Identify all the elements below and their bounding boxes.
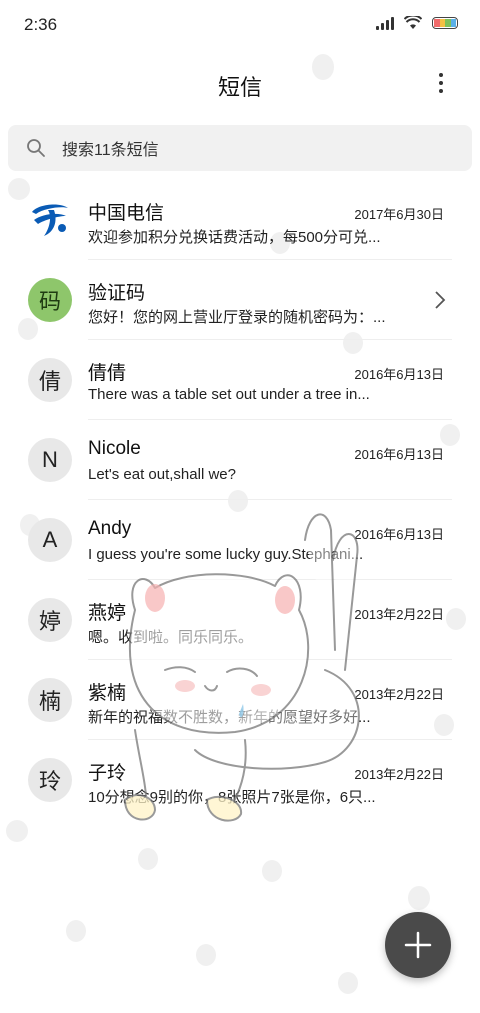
- message-date: 2016年6月13日: [354, 367, 444, 382]
- search-placeholder: 搜索11条短信: [62, 142, 159, 159]
- chevron-right-icon: [435, 291, 446, 309]
- avatar: N: [28, 438, 72, 482]
- more-vertical-icon: [439, 73, 443, 77]
- message-date: 2013年2月22日: [354, 767, 444, 782]
- search-input[interactable]: 搜索11条短信: [8, 125, 472, 171]
- conversation-item-nicole[interactable]: N Nicole 2016年6月13日 Let's eat out,shall …: [0, 420, 480, 500]
- message-date: 2013年2月22日: [354, 687, 444, 702]
- sms-app-screen: 2:36 短信 搜索11条短信 中国电信 2017年6月30日 欢迎参加积分兑换…: [0, 0, 480, 1013]
- wifi-icon: [404, 16, 422, 29]
- message-preview: Let's eat out,shall we?: [88, 466, 236, 483]
- conversation-item-zinan[interactable]: 楠 紫楠 2013年2月22日 新年的祝福数不胜数，新年的愿望好多好...: [0, 660, 480, 740]
- status-time: 2:36: [24, 15, 58, 34]
- status-bar: 2:36: [0, 0, 480, 52]
- message-preview: There was a table set out under a tree i…: [88, 386, 370, 403]
- message-preview: 新年的祝福数不胜数，新年的愿望好多好...: [88, 709, 371, 726]
- sender-name: Andy: [88, 518, 132, 539]
- china-telecom-logo-icon: [28, 198, 72, 242]
- status-icons: [376, 16, 458, 30]
- message-date: 2016年6月13日: [354, 527, 444, 542]
- avatar: 码: [28, 278, 72, 322]
- message-date: 2016年6月13日: [354, 447, 444, 462]
- sender-name: 燕婷: [88, 603, 127, 624]
- conversation-item-andy[interactable]: A Andy 2016年6月13日 I guess you're some lu…: [0, 500, 480, 580]
- new-message-button[interactable]: [385, 912, 451, 978]
- sender-name: 中国电信: [88, 203, 165, 224]
- sender-name: 紫楠: [88, 683, 127, 704]
- sender-name: 子玲: [88, 763, 127, 784]
- avatar: 玲: [28, 758, 72, 802]
- page-title: 短信: [217, 75, 262, 100]
- message-preview: 欢迎参加积分兑换话费活动，每500分可兑...: [88, 229, 381, 246]
- battery-icon: [432, 17, 458, 29]
- message-preview: 10分想念9别的你，8张照片7张是你，6只...: [88, 789, 376, 806]
- avatar: 婷: [28, 598, 72, 642]
- sender-name: 验证码: [88, 283, 146, 304]
- conversation-list: 中国电信 2017年6月30日 欢迎参加积分兑换话费活动，每500分可兑... …: [0, 180, 480, 820]
- conversation-item-qianqian[interactable]: 倩 倩倩 2016年6月13日 There was a table set ou…: [0, 340, 480, 420]
- conversation-item-yanting[interactable]: 婷 燕婷 2013年2月22日 嗯。收到啦。同乐同乐。: [0, 580, 480, 660]
- avatar: A: [28, 518, 72, 562]
- app-header: 短信: [0, 52, 480, 116]
- avatar: 楠: [28, 678, 72, 722]
- message-preview: I guess you're some lucky guy.Stephani..…: [88, 546, 364, 563]
- plus-icon: [404, 931, 432, 959]
- sender-name: Nicole: [88, 438, 141, 459]
- message-date: 2013年2月22日: [354, 607, 444, 622]
- search-icon: [27, 139, 45, 157]
- sender-name: 倩倩: [88, 363, 127, 384]
- message-preview: 您好！您的网上营业厅登录的随机密码为：...: [88, 309, 386, 326]
- conversation-item-china-telecom[interactable]: 中国电信 2017年6月30日 欢迎参加积分兑换话费活动，每500分可兑...: [0, 180, 480, 260]
- more-options-button[interactable]: [426, 68, 456, 98]
- message-date: 2017年6月30日: [354, 207, 444, 222]
- avatar: 倩: [28, 358, 72, 402]
- message-preview: 嗯。收到啦。同乐同乐。: [88, 629, 254, 646]
- conversation-item-ziling[interactable]: 玲 子玲 2013年2月22日 10分想念9别的你，8张照片7张是你，6只...: [0, 740, 480, 820]
- signal-icon: [376, 16, 394, 30]
- conversation-item-verification-code[interactable]: 码 验证码 您好！您的网上营业厅登录的随机密码为：...: [0, 260, 480, 340]
